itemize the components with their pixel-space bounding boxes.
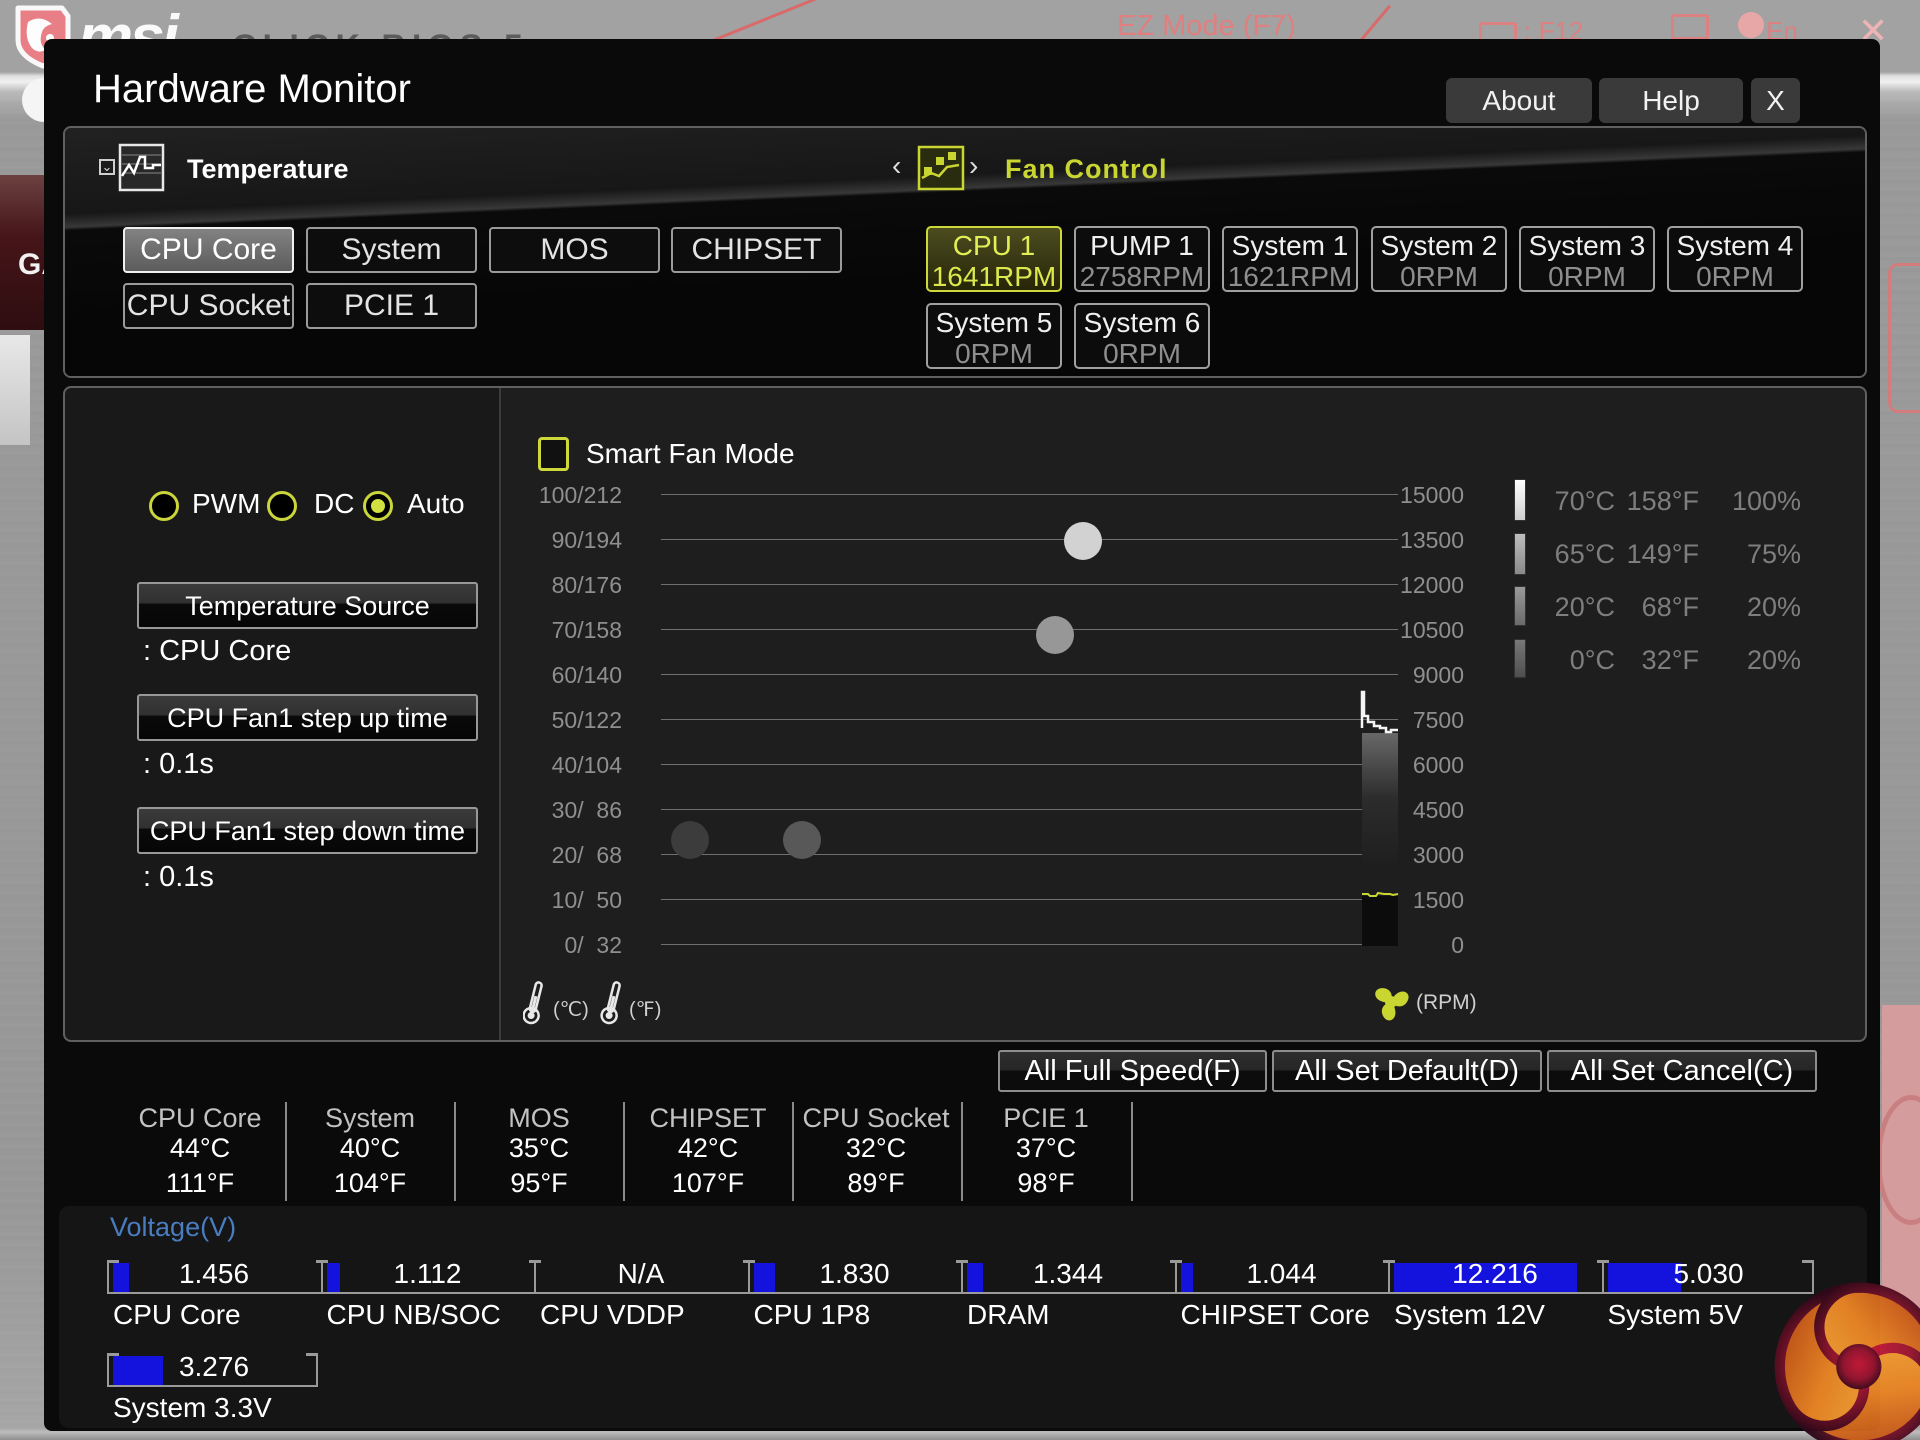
svg-text:(℉): (℉) bbox=[629, 999, 661, 1021]
svg-text:(℃): (℃) bbox=[553, 999, 589, 1021]
svg-text:(RPM): (RPM) bbox=[1416, 991, 1477, 1014]
